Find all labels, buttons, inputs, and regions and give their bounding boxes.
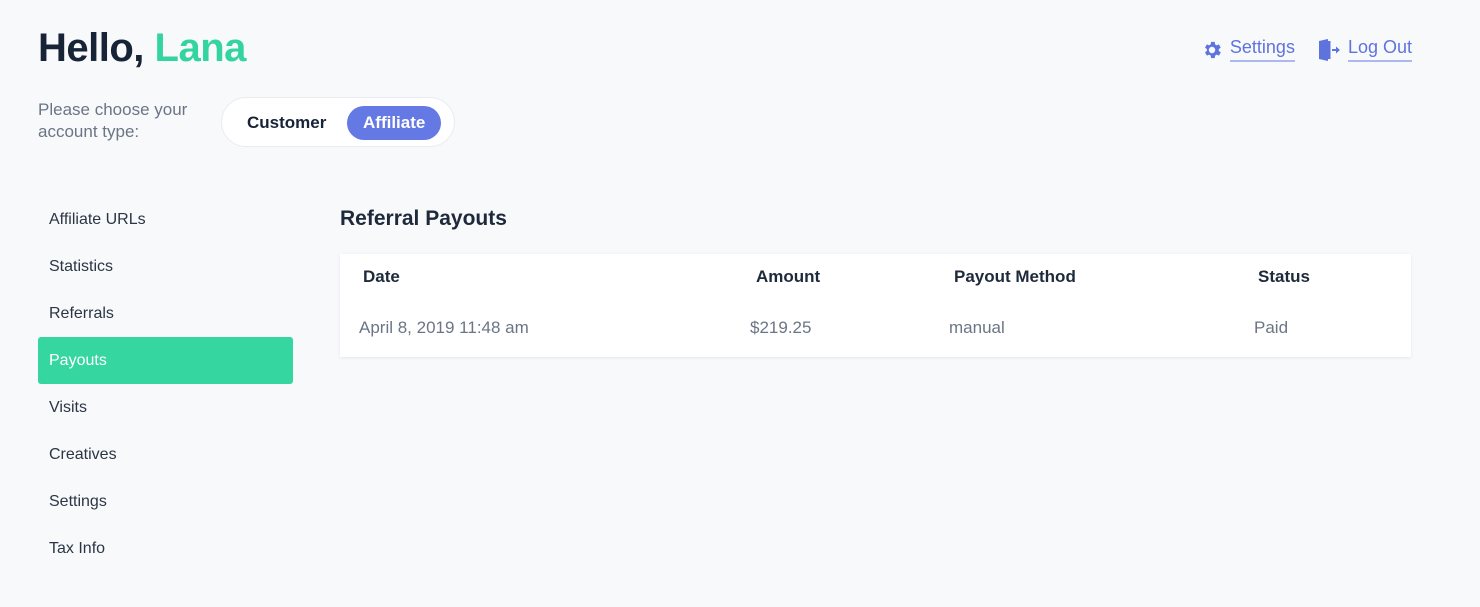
column-header-date: Date xyxy=(363,267,400,286)
sidebar-item-statistics[interactable]: Statistics xyxy=(38,243,293,290)
logout-link[interactable]: Log Out xyxy=(1317,37,1412,62)
top-links: Settings Log Out xyxy=(1201,37,1412,62)
greeting-prefix: Hello, xyxy=(38,26,144,70)
column-header-status: Status xyxy=(1258,267,1310,286)
sidebar-item-settings[interactable]: Settings xyxy=(38,478,293,525)
column-header-amount: Amount xyxy=(756,267,821,286)
sidebar-item-creatives[interactable]: Creatives xyxy=(38,431,293,478)
payouts-table: Date Amount Payout Method Status April 8… xyxy=(340,254,1411,357)
user-name: Lana xyxy=(154,26,247,70)
gear-icon xyxy=(1201,39,1223,61)
sidebar-nav: Affiliate URLs Statistics Referrals Payo… xyxy=(38,196,293,572)
column-header-payout-method: Payout Method xyxy=(954,267,1076,286)
sidebar-item-tax-info[interactable]: Tax Info xyxy=(38,525,293,572)
account-type-customer-button[interactable]: Customer xyxy=(231,106,342,140)
greeting-heading: Hello, Lana xyxy=(38,26,246,71)
account-type-toggle: Customer Affiliate xyxy=(221,97,455,147)
table-cell-status: Paid xyxy=(1254,318,1289,337)
table-cell-payout-method: manual xyxy=(949,318,1005,337)
settings-link[interactable]: Settings xyxy=(1201,37,1295,62)
sidebar-item-affiliate-urls[interactable]: Affiliate URLs xyxy=(38,196,293,243)
sidebar-item-referrals[interactable]: Referrals xyxy=(38,290,293,337)
sidebar-item-payouts[interactable]: Payouts xyxy=(38,337,293,384)
logout-link-label: Log Out xyxy=(1347,37,1412,62)
table-cell-date: April 8, 2019 11:48 am xyxy=(359,318,529,337)
account-type-affiliate-button[interactable]: Affiliate xyxy=(347,106,442,140)
settings-link-label: Settings xyxy=(1229,37,1295,62)
page-title: Referral Payouts xyxy=(340,207,507,230)
table-cell-amount: $219.25 xyxy=(750,318,812,337)
account-type-label: Please choose your account type: xyxy=(38,100,188,141)
logout-door-icon xyxy=(1317,38,1341,61)
sidebar-item-visits[interactable]: Visits xyxy=(38,384,293,431)
